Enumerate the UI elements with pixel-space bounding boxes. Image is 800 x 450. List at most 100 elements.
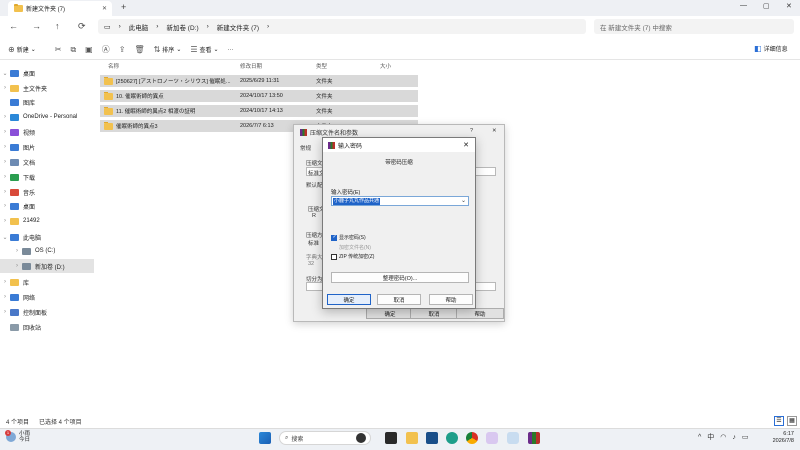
chevron-icon[interactable]: ›: [0, 203, 10, 209]
wifi-icon[interactable]: ◠: [720, 433, 726, 441]
chevron-icon[interactable]: ›: [12, 263, 22, 269]
app-purple-icon[interactable]: [486, 432, 498, 444]
cancel-button[interactable]: 取消: [377, 294, 421, 305]
chevron-icon[interactable]: ›: [0, 279, 10, 285]
column-header-name[interactable]: 名称: [108, 62, 119, 70]
chevron-down-icon[interactable]: ⌄: [461, 197, 466, 204]
breadcrumb-this-pc[interactable]: 此电脑: [129, 22, 149, 32]
sidebar-item[interactable]: › 21492: [0, 214, 94, 228]
zip-legacy-encryption-checkbox[interactable]: ZIP 传统加密(Z): [331, 253, 374, 260]
share-button[interactable]: ⇪: [119, 45, 126, 54]
sidebar-item[interactable]: › 音乐: [0, 185, 94, 199]
app-cloud-icon[interactable]: [507, 432, 519, 444]
column-header-date[interactable]: 修改日期: [240, 62, 262, 70]
minimize-button[interactable]: —: [740, 2, 747, 9]
taskbar-clock[interactable]: 6:17 2026/7/8: [766, 431, 794, 445]
chevron-icon[interactable]: ›: [0, 218, 10, 224]
chevron-icon[interactable]: ›: [0, 85, 10, 91]
chevron-icon[interactable]: ›: [0, 159, 10, 165]
sidebar-item[interactable]: › 库: [0, 275, 94, 289]
tab-current[interactable]: 新建文件夹 (7) ✕: [8, 1, 112, 16]
back-icon[interactable]: ←: [9, 21, 18, 31]
sidebar-item[interactable]: ⌄ 桌面: [0, 66, 94, 80]
sidebar-item[interactable]: › 下载: [0, 170, 94, 184]
refresh-icon[interactable]: ⟳: [78, 21, 86, 32]
volume-icon[interactable]: ♪: [732, 434, 736, 441]
ok-button[interactable]: 确定: [366, 308, 414, 319]
new-button[interactable]: ⊕ 新建 ⌄: [8, 45, 36, 54]
table-row[interactable]: 11. 催眠術師的異点2 相渡の証明 2024/10/17 14:13 文件夹: [100, 105, 418, 117]
chevron-icon[interactable]: ›: [0, 144, 10, 150]
help-button[interactable]: 帮助: [429, 294, 473, 305]
show-password-checkbox[interactable]: 显示密码(S): [331, 234, 366, 241]
sidebar-item[interactable]: › 图片: [0, 140, 94, 154]
chevron-icon[interactable]: ›: [0, 189, 10, 195]
file-explorer-icon[interactable]: [406, 432, 418, 444]
chevron-icon[interactable]: ›: [0, 114, 10, 120]
help-button[interactable]: 帮助: [456, 308, 504, 319]
column-header-size[interactable]: 大小: [380, 62, 391, 70]
up-icon[interactable]: ↑: [55, 21, 60, 31]
address-bar[interactable]: ▭ › 此电脑 › 新加卷 (D:) › 新建文件夹 (7) ›: [98, 19, 586, 34]
sidebar-item[interactable]: › 视频: [0, 125, 94, 139]
chevron-icon[interactable]: ›: [0, 309, 10, 315]
column-header-type[interactable]: 类型: [316, 62, 327, 70]
search-input[interactable]: 在 新建文件夹 (7) 中搜索: [594, 19, 794, 34]
new-tab-button[interactable]: +: [121, 2, 126, 12]
edge-icon[interactable]: [446, 432, 458, 444]
maximize-button[interactable]: ▢: [763, 2, 770, 10]
copy-button[interactable]: ⧉: [70, 45, 76, 55]
radio-icon[interactable]: R: [312, 213, 316, 219]
weather-widget[interactable]: 1 小雨 今日: [5, 430, 30, 443]
sidebar-item[interactable]: 图库: [0, 95, 94, 109]
chevron-icon[interactable]: ›: [0, 294, 10, 300]
task-view-icon[interactable]: [385, 432, 397, 444]
sort-button[interactable]: ⇅ 排序 ⌄: [154, 45, 182, 54]
organize-passwords-button[interactable]: 整理密码(O)...: [331, 272, 469, 283]
cancel-button[interactable]: 取消: [410, 308, 458, 319]
details-button[interactable]: ◧ 详细信息: [754, 44, 788, 53]
chevron-icon[interactable]: ⌄: [0, 234, 10, 241]
forward-icon[interactable]: →: [32, 21, 41, 31]
sidebar-item[interactable]: › OS (C:): [0, 244, 94, 258]
cut-button[interactable]: ✂: [55, 45, 62, 54]
ok-button[interactable]: 确定: [327, 294, 371, 305]
rename-button[interactable]: Ⓐ: [102, 44, 110, 55]
breadcrumb-drive-d[interactable]: 新加卷 (D:): [166, 22, 198, 32]
sidebar-item[interactable]: 回收站: [0, 320, 94, 334]
sidebar-item[interactable]: › 新加卷 (D:): [0, 259, 94, 273]
view-button[interactable]: ☰ 查看 ⌄: [190, 45, 218, 54]
details-view-icon[interactable]: ☰: [774, 416, 784, 426]
tab-general[interactable]: 常规: [300, 144, 311, 152]
battery-icon[interactable]: ▭: [742, 433, 749, 441]
tiles-view-icon[interactable]: ▦: [787, 416, 797, 426]
sidebar-item[interactable]: › OneDrive - Personal: [0, 110, 94, 124]
help-icon[interactable]: ?: [470, 128, 473, 134]
ime-indicator[interactable]: 中: [707, 432, 714, 442]
chevron-icon[interactable]: ›: [0, 174, 10, 180]
sidebar-item[interactable]: › 主文件夹: [0, 81, 94, 95]
tray-chevron-icon[interactable]: ^: [698, 434, 701, 441]
close-window-button[interactable]: ✕: [786, 2, 792, 10]
sidebar-item[interactable]: › 桌面: [0, 199, 94, 213]
table-row[interactable]: 10. 催眠術師的異点 2024/10/17 13:50 文件夹: [100, 90, 418, 102]
tab-close-icon[interactable]: ✕: [102, 5, 107, 12]
start-button-icon[interactable]: [259, 432, 271, 444]
chevron-icon[interactable]: ›: [0, 129, 10, 135]
delete-button[interactable]: 🗑: [134, 45, 144, 54]
chevron-icon[interactable]: ⌄: [0, 70, 10, 77]
app-icon[interactable]: [426, 432, 438, 444]
breadcrumb-folder[interactable]: 新建文件夹 (7): [217, 22, 259, 32]
sidebar-item[interactable]: › 网络: [0, 290, 94, 304]
close-icon[interactable]: ✕: [463, 141, 469, 149]
paste-button[interactable]: ▣: [85, 45, 93, 54]
more-button[interactable]: ···: [228, 47, 234, 53]
table-row[interactable]: [250627] [アストロノーツ・シリウス] 催眠処... 2025/6/29 …: [100, 75, 418, 87]
sidebar-item[interactable]: ⌄ 此电脑: [0, 230, 94, 244]
chevron-icon[interactable]: ›: [12, 248, 22, 254]
sidebar-item[interactable]: › 文档: [0, 155, 94, 169]
winrar-taskbar-icon[interactable]: [528, 432, 540, 444]
sidebar-item[interactable]: › 控制面板: [0, 305, 94, 319]
close-icon[interactable]: ✕: [492, 128, 497, 134]
encrypt-filenames-checkbox[interactable]: 加密文件名(N): [331, 244, 371, 251]
